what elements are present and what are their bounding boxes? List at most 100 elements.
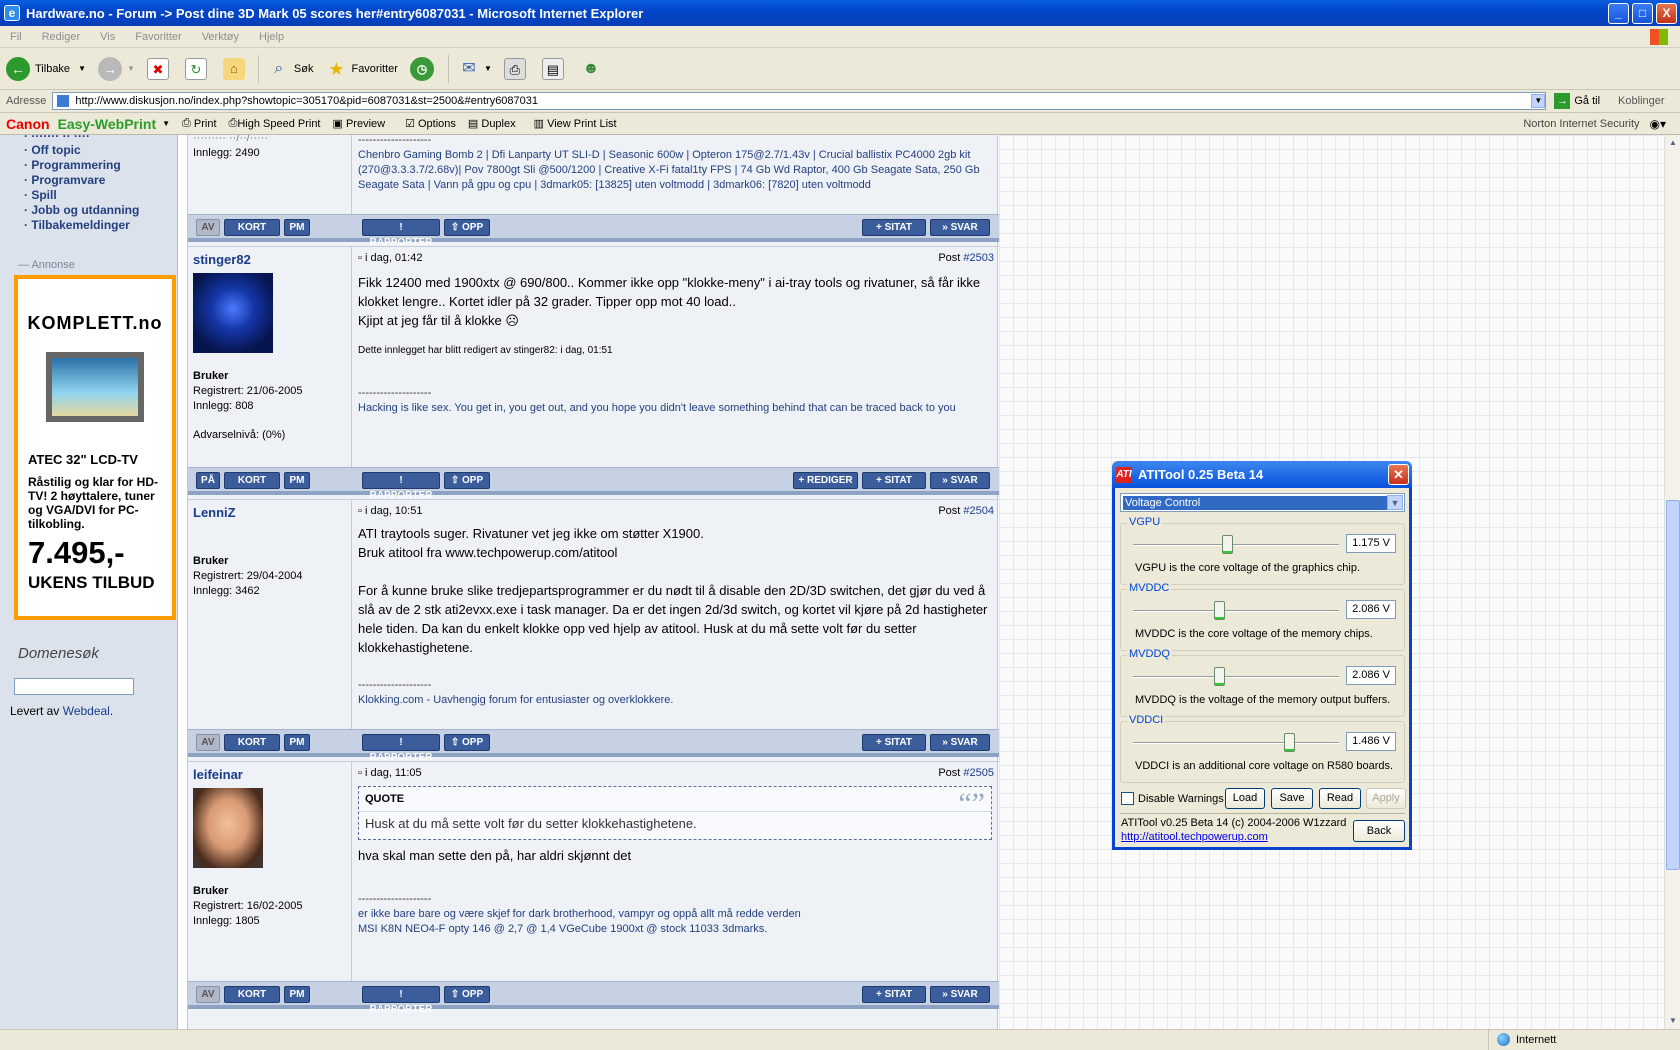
- webdeal-link[interactable]: Webdeal: [63, 704, 110, 718]
- post-link[interactable]: #2505: [963, 767, 994, 779]
- kort-button[interactable]: KORT: [224, 472, 280, 489]
- post-link[interactable]: #2503: [963, 252, 994, 264]
- rapporter-button[interactable]: ! RAPPORTER: [362, 472, 440, 501]
- menu-help[interactable]: Hjelp: [249, 31, 294, 43]
- view-print-list-link[interactable]: ▥ View Print List: [534, 117, 617, 131]
- go-button[interactable]: → Gå til: [1554, 93, 1600, 109]
- read-button[interactable]: Read: [1319, 788, 1361, 809]
- domain-search-input[interactable]: [14, 678, 134, 695]
- duplex-link[interactable]: ▤ Duplex: [468, 117, 516, 131]
- vgpu-value[interactable]: 1.175 V: [1346, 534, 1396, 553]
- opp-button[interactable]: ⇧ OPP: [444, 734, 490, 751]
- rapporter-button[interactable]: ! RAPPORTER: [362, 986, 440, 1015]
- disable-warnings-checkbox[interactable]: Disable Warnings: [1121, 792, 1224, 805]
- atitool-close-button[interactable]: ✕: [1388, 464, 1409, 485]
- username[interactable]: LenniZ: [193, 505, 236, 520]
- opp-button[interactable]: ⇧ OPP: [444, 472, 490, 489]
- save-button[interactable]: Save: [1271, 788, 1313, 809]
- stop-button[interactable]: ✖: [141, 52, 179, 86]
- opp-button[interactable]: ⇧ OPP: [444, 219, 490, 236]
- sitat-button[interactable]: + SITAT: [862, 219, 926, 236]
- menu-edit[interactable]: Rediger: [32, 31, 91, 43]
- easy-webprint-menu[interactable]: Easy-WebPrint: [58, 116, 157, 132]
- search-button[interactable]: ⌕ Søk: [262, 52, 320, 86]
- load-button[interactable]: Load: [1225, 788, 1265, 809]
- nav-item-programvare[interactable]: · Programvare: [24, 173, 105, 187]
- favorites-button[interactable]: ★ Favoritter: [319, 52, 403, 86]
- scrollbar-thumb[interactable]: [1666, 500, 1680, 870]
- mvddq-slider-thumb[interactable]: [1214, 667, 1225, 686]
- username[interactable]: leifeinar: [193, 767, 243, 782]
- mvddc-value[interactable]: 2.086 V: [1346, 600, 1396, 619]
- back-button[interactable]: ← Tilbake ▼: [0, 52, 92, 86]
- mvddc-slider-thumb[interactable]: [1214, 601, 1225, 620]
- slider-track[interactable]: [1133, 544, 1339, 546]
- apply-button[interactable]: Apply: [1366, 788, 1406, 809]
- address-dropdown-icon[interactable]: ▼: [1531, 94, 1546, 108]
- preview-link[interactable]: ▣ Preview: [333, 117, 386, 131]
- rapporter-button[interactable]: ! RAPPORTER: [362, 734, 440, 763]
- nav-item-jobb[interactable]: · Jobb og utdanning: [24, 203, 139, 217]
- menu-view[interactable]: Vis: [90, 31, 125, 43]
- dropdown-arrow-icon[interactable]: ▼: [162, 119, 170, 128]
- minimize-button[interactable]: _: [1608, 2, 1629, 24]
- norton-icon[interactable]: ◉▾: [1650, 117, 1667, 131]
- kort-button[interactable]: KORT: [224, 219, 280, 236]
- rapporter-button[interactable]: ! RAPPORTER: [362, 219, 440, 248]
- dropdown-arrow-icon[interactable]: ▼: [78, 64, 86, 73]
- pm-button[interactable]: PM: [284, 219, 310, 236]
- close-button[interactable]: X: [1656, 2, 1677, 24]
- pm-button[interactable]: PM: [284, 472, 310, 489]
- menu-favorites[interactable]: Favoritter: [125, 31, 191, 43]
- menu-tools[interactable]: Verktøy: [192, 31, 249, 43]
- kort-button[interactable]: KORT: [224, 734, 280, 751]
- username[interactable]: stinger82: [193, 252, 251, 267]
- menu-file[interactable]: Fil: [0, 31, 32, 43]
- links-label[interactable]: Koblinger: [1618, 95, 1664, 107]
- post-link[interactable]: #2504: [963, 505, 994, 517]
- mode-select[interactable]: Voltage Control ▼: [1120, 493, 1405, 512]
- pm-button[interactable]: PM: [284, 734, 310, 751]
- slider-track[interactable]: [1133, 610, 1339, 612]
- vddci-slider-thumb[interactable]: [1284, 733, 1295, 752]
- slider-track[interactable]: [1133, 742, 1339, 744]
- vddci-value[interactable]: 1.486 V: [1346, 732, 1396, 751]
- svar-button[interactable]: » SVAR: [930, 986, 990, 1003]
- vgpu-slider-thumb[interactable]: [1222, 535, 1233, 554]
- refresh-button[interactable]: ↻: [179, 52, 217, 86]
- atitool-link[interactable]: http://atitool.techpowerup.com: [1121, 831, 1268, 843]
- slider-track[interactable]: [1133, 676, 1339, 678]
- back-button[interactable]: Back: [1353, 820, 1405, 842]
- forward-button[interactable]: → ▼: [92, 52, 141, 86]
- nav-item-spill[interactable]: · Spill: [24, 188, 57, 202]
- svar-button[interactable]: » SVAR: [930, 472, 990, 489]
- print-button[interactable]: ⎙: [498, 52, 536, 86]
- nav-item-programmering[interactable]: · Programmering: [24, 158, 121, 172]
- messenger-button[interactable]: ☻: [574, 52, 612, 86]
- av-button[interactable]: AV: [196, 734, 220, 751]
- pm-button[interactable]: PM: [284, 986, 310, 1003]
- sitat-button[interactable]: + SITAT: [862, 986, 926, 1003]
- mvddq-value[interactable]: 2.086 V: [1346, 666, 1396, 685]
- nav-item-off-topic[interactable]: · Off topic: [24, 143, 81, 157]
- sitat-button[interactable]: + SITAT: [862, 734, 926, 751]
- sitat-button[interactable]: + SITAT: [862, 472, 926, 489]
- kort-button[interactable]: KORT: [224, 986, 280, 1003]
- av-button[interactable]: AV: [196, 219, 220, 236]
- pa-button[interactable]: PÅ: [196, 472, 220, 489]
- rediger-button[interactable]: + REDIGER: [793, 472, 858, 489]
- options-link[interactable]: ☑ Options: [405, 117, 456, 131]
- komplett-ad[interactable]: KOMPLETT.no ATEC 32" LCD-TV Råstilig og …: [14, 275, 176, 620]
- svar-button[interactable]: » SVAR: [930, 734, 990, 751]
- scroll-up-icon[interactable]: ▲: [1666, 136, 1680, 150]
- high-speed-print-link[interactable]: ⎙ High Speed Print: [229, 117, 321, 130]
- history-button[interactable]: ◷: [404, 52, 445, 86]
- print-link[interactable]: ⎙ Print: [182, 117, 216, 130]
- chevron-down-icon[interactable]: ▼: [1387, 495, 1403, 510]
- scroll-down-icon[interactable]: ▼: [1666, 1014, 1680, 1028]
- address-input[interactable]: http://www.diskusjon.no/index.php?showto…: [52, 92, 1547, 110]
- av-button[interactable]: AV: [196, 986, 220, 1003]
- mail-button[interactable]: ✉ ▼: [452, 52, 498, 86]
- svar-button[interactable]: » SVAR: [930, 219, 990, 236]
- home-button[interactable]: ⌂: [217, 52, 255, 86]
